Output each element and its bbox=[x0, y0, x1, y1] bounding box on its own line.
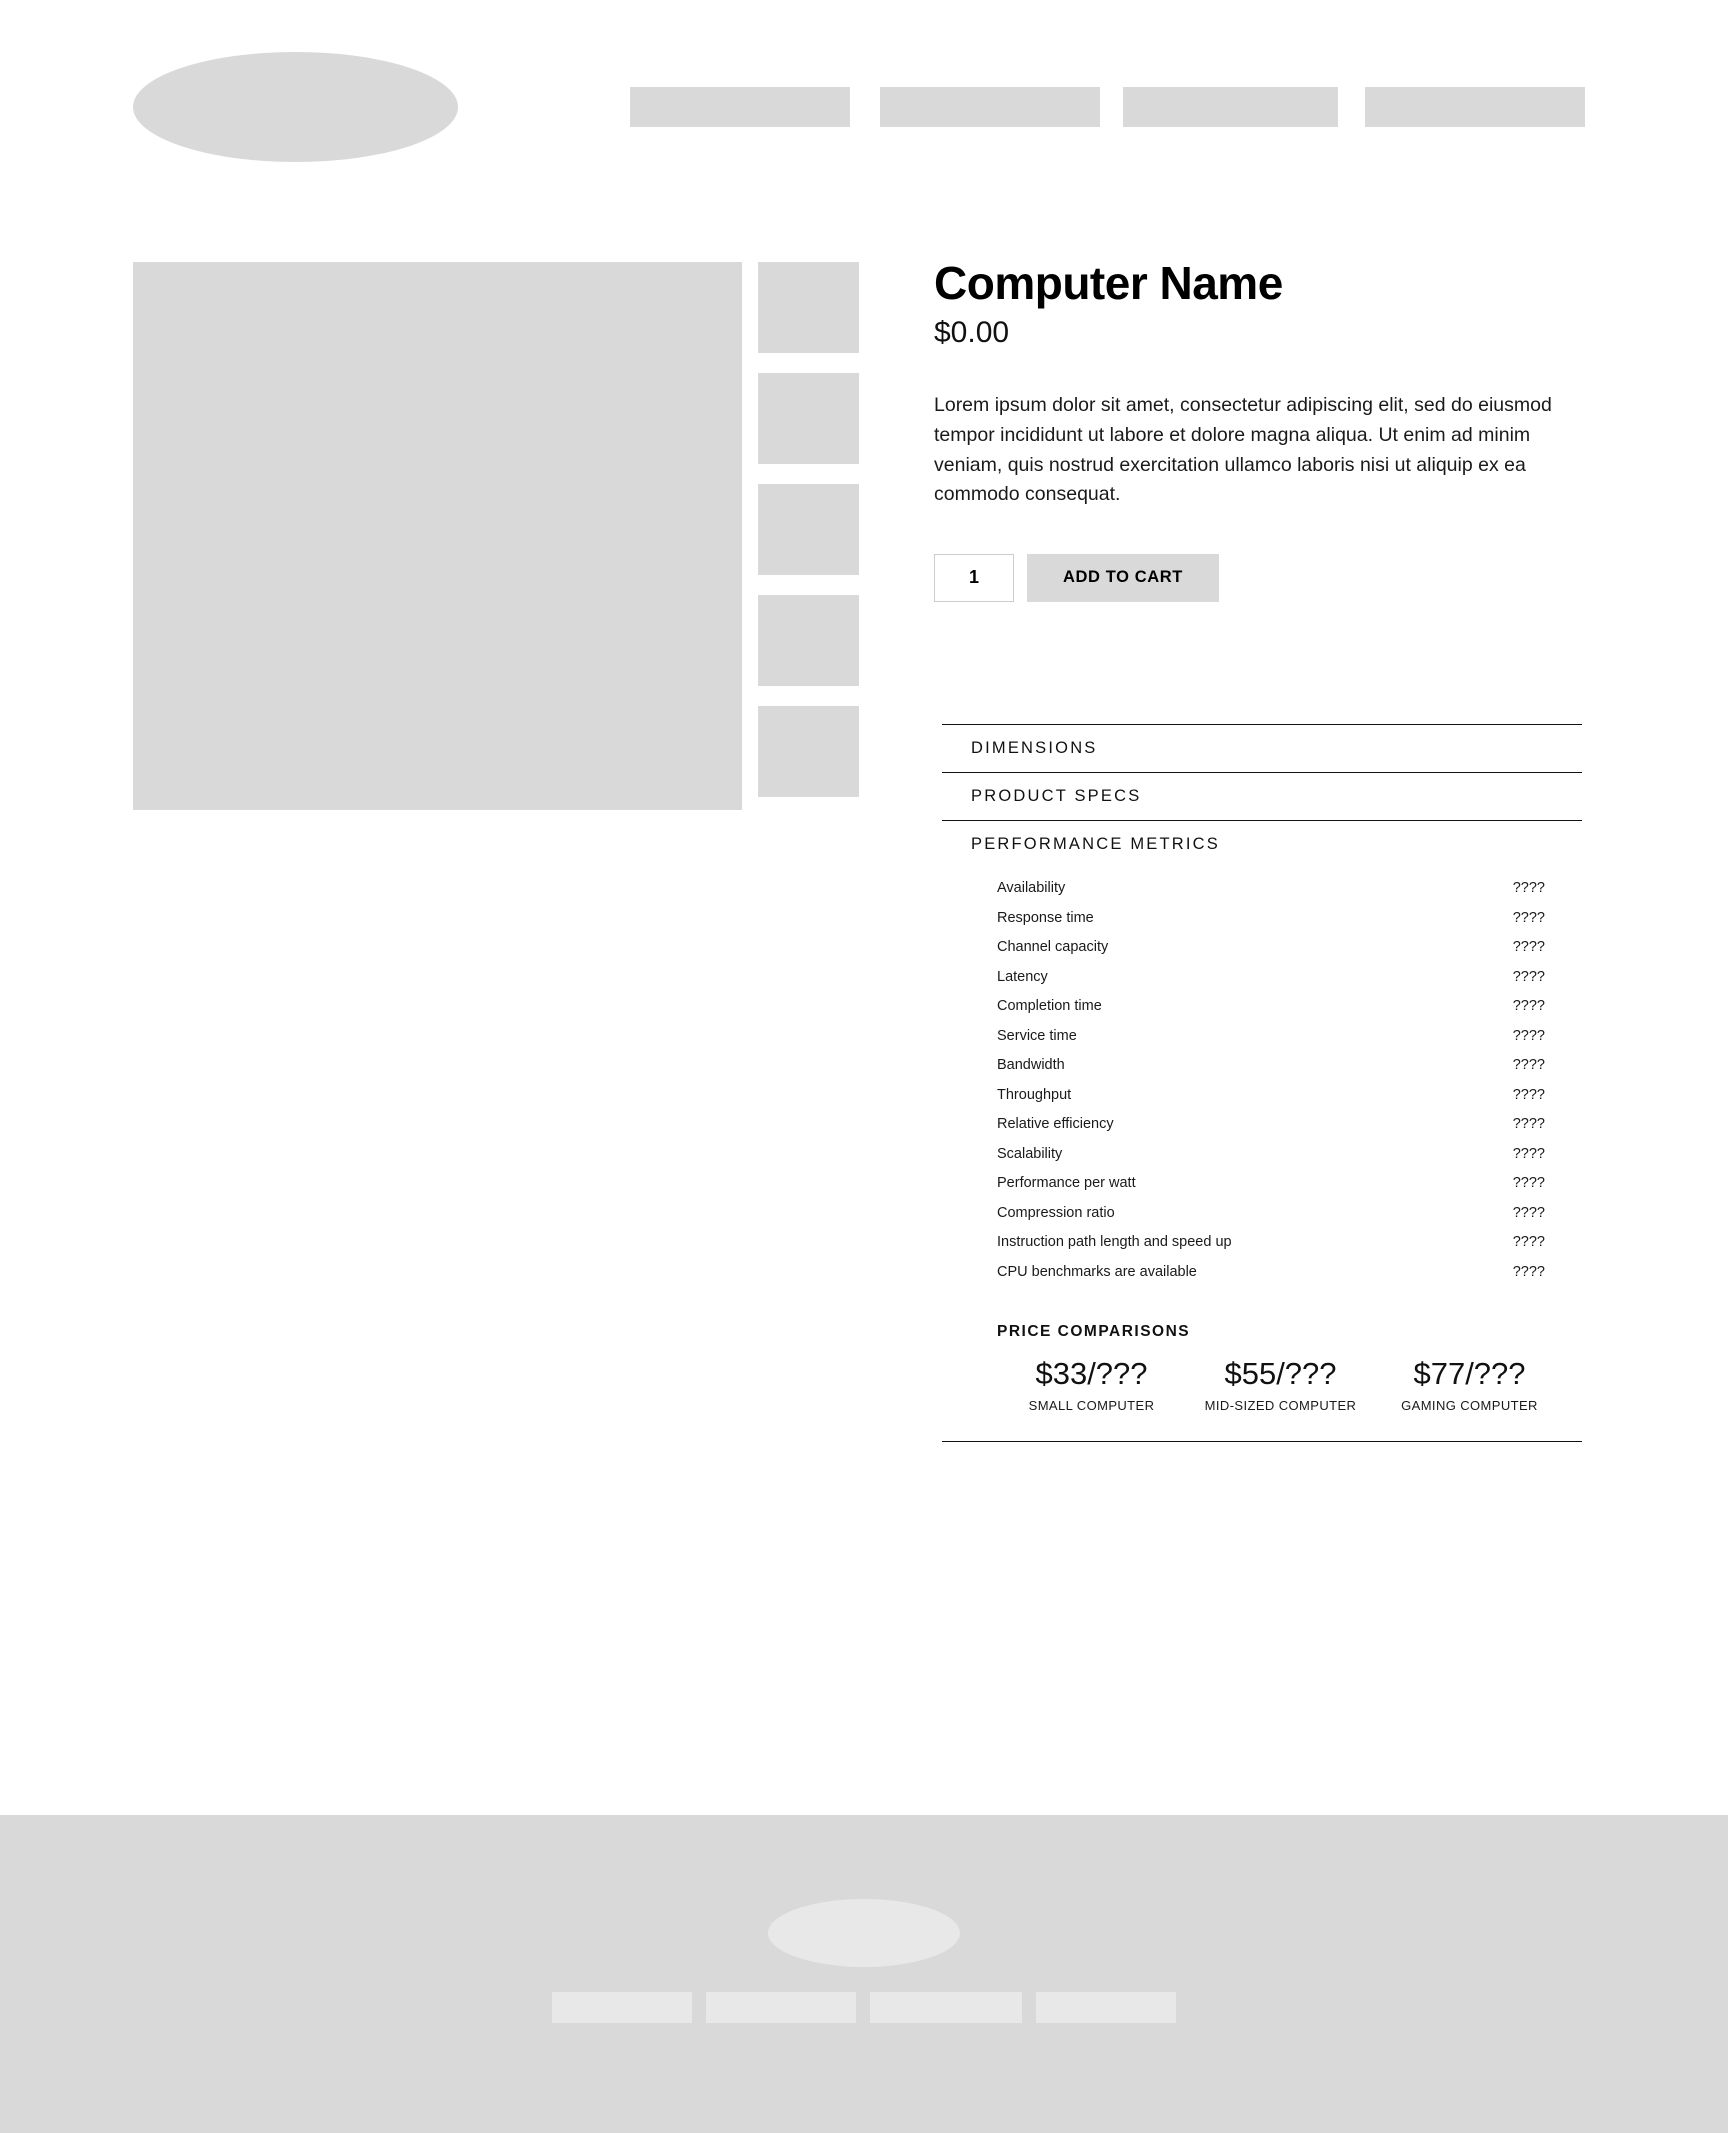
price-comparison-price: $77/??? bbox=[1413, 1356, 1526, 1391]
metric-row: Availability???? bbox=[942, 880, 1582, 910]
product-thumbnail-5[interactable] bbox=[758, 706, 859, 797]
metric-label: Throughput bbox=[997, 1086, 1072, 1103]
product-thumbnail-1[interactable] bbox=[758, 262, 859, 353]
purchase-controls: ADD TO CART bbox=[934, 553, 1584, 602]
price-comparisons: PRICE COMPARISONS $33/??? SMALL COMPUTER $… bbox=[942, 1323, 1582, 1413]
metric-row: Service time???? bbox=[942, 1028, 1582, 1058]
product-thumbnail-2[interactable] bbox=[758, 373, 859, 464]
metric-value: ???? bbox=[1512, 998, 1545, 1014]
metric-label: Performance per watt bbox=[997, 1175, 1136, 1191]
metric-row: Channel capacity???? bbox=[942, 939, 1582, 969]
footer-logo-placeholder[interactable] bbox=[768, 1899, 960, 1967]
product-details-accordion: DIMENSIONS PRODUCT SPECS PERFORMANCE MET… bbox=[942, 724, 1582, 1443]
product-price: $0.00 bbox=[934, 315, 1010, 349]
price-comparison-item: $77/??? GAMING COMPUTER bbox=[1375, 1356, 1564, 1414]
metric-label: Scalability bbox=[997, 1145, 1063, 1162]
site-header bbox=[0, 0, 1728, 190]
product-description: Lorem ipsum dolor sit amet, consectetur … bbox=[934, 394, 1552, 506]
metric-value: ???? bbox=[1512, 1175, 1545, 1191]
nav-item-2[interactable] bbox=[880, 87, 1100, 127]
product-main-image[interactable] bbox=[133, 262, 742, 810]
price-comparisons-title: PRICE COMPARISONS bbox=[997, 1323, 1191, 1340]
metric-label: Completion time bbox=[997, 998, 1102, 1014]
accordion-section-performance-metrics: PERFORMANCE METRICS Availability???? Resp… bbox=[942, 820, 1582, 1443]
main-content: Computer Name $0.00 Lorem ipsum dolor si… bbox=[0, 190, 1728, 1815]
accordion-section-dimensions: DIMENSIONS bbox=[942, 724, 1582, 772]
page-title: Computer Name bbox=[934, 257, 1283, 309]
footer-link-2[interactable] bbox=[706, 1992, 856, 2023]
accordion-section-product-specs: PRODUCT SPECS bbox=[942, 772, 1582, 820]
accordion-header-performance-metrics[interactable]: PERFORMANCE METRICS bbox=[942, 821, 1582, 868]
performance-metrics-body: Availability???? Response time???? Channel… bbox=[942, 868, 1582, 1443]
metric-label: Relative efficiency bbox=[997, 1116, 1114, 1132]
nav-item-4[interactable] bbox=[1365, 87, 1585, 127]
metric-value: ???? bbox=[1512, 1234, 1545, 1250]
price-comparison-label: GAMING COMPUTER bbox=[1401, 1398, 1538, 1414]
price-comparison-item: $33/??? SMALL COMPUTER bbox=[997, 1356, 1186, 1414]
metric-value: ???? bbox=[1512, 1057, 1545, 1073]
product-thumbnail-3[interactable] bbox=[758, 484, 859, 575]
metric-value: ???? bbox=[1512, 1086, 1545, 1103]
metric-row: Latency???? bbox=[942, 969, 1582, 999]
nav-item-3[interactable] bbox=[1123, 87, 1338, 127]
metric-label: Service time bbox=[997, 1027, 1077, 1044]
metric-value: ???? bbox=[1512, 1116, 1545, 1132]
footer-navigation bbox=[552, 1992, 1176, 2023]
price-comparison-label: SMALL COMPUTER bbox=[1028, 1398, 1155, 1414]
metric-label: Instruction path length and speed up bbox=[997, 1234, 1232, 1250]
accordion-header-dimensions[interactable]: DIMENSIONS bbox=[942, 725, 1582, 772]
accordion-bottom-divider bbox=[942, 1441, 1582, 1443]
performance-metrics-list: Availability???? Response time???? Channel… bbox=[942, 880, 1582, 1293]
nav-item-1[interactable] bbox=[630, 87, 850, 127]
metric-label: CPU benchmarks are available bbox=[997, 1263, 1197, 1280]
metric-value: ???? bbox=[1512, 1204, 1545, 1221]
metric-value: ???? bbox=[1512, 909, 1545, 926]
price-comparisons-grid: $33/??? SMALL COMPUTER $55/??? MID-SIZED CO… bbox=[997, 1356, 1564, 1414]
metric-value: ???? bbox=[1512, 1263, 1545, 1280]
site-footer bbox=[0, 1815, 1728, 2133]
price-comparison-label: MID-SIZED COMPUTER bbox=[1204, 1398, 1357, 1414]
price-comparison-item: $55/??? MID-SIZED COMPUTER bbox=[1186, 1356, 1375, 1414]
metric-label: Compression ratio bbox=[997, 1204, 1115, 1221]
metric-label: Bandwidth bbox=[997, 1057, 1065, 1073]
metric-row: Performance per watt???? bbox=[942, 1175, 1582, 1205]
metric-row: Throughput???? bbox=[942, 1087, 1582, 1117]
metric-value: ???? bbox=[1512, 1145, 1545, 1162]
quantity-input[interactable] bbox=[934, 553, 1014, 602]
logo-placeholder[interactable] bbox=[133, 52, 458, 162]
add-to-cart-button[interactable]: ADD TO CART bbox=[1027, 553, 1219, 602]
metric-row: Relative efficiency???? bbox=[942, 1116, 1582, 1146]
metric-value: ???? bbox=[1512, 968, 1545, 985]
product-info: Computer Name $0.00 Lorem ipsum dolor si… bbox=[934, 190, 1584, 602]
metric-value: ???? bbox=[1512, 1027, 1545, 1044]
accordion-header-product-specs[interactable]: PRODUCT SPECS bbox=[942, 773, 1582, 820]
metric-row: Response time???? bbox=[942, 910, 1582, 940]
metric-row: CPU benchmarks are available???? bbox=[942, 1264, 1582, 1294]
metric-label: Availability bbox=[997, 880, 1066, 896]
product-gallery bbox=[133, 262, 859, 810]
footer-link-3[interactable] bbox=[870, 1992, 1022, 2023]
footer-link-1[interactable] bbox=[552, 1992, 692, 2023]
metric-value: ???? bbox=[1512, 939, 1545, 955]
footer-link-4[interactable] bbox=[1036, 1992, 1176, 2023]
product-thumbnail-4[interactable] bbox=[758, 595, 859, 686]
metric-row: Instruction path length and speed up???? bbox=[942, 1234, 1582, 1264]
metric-label: Channel capacity bbox=[997, 939, 1109, 955]
metric-label: Response time bbox=[997, 909, 1094, 926]
metric-row: Completion time???? bbox=[942, 998, 1582, 1028]
product-detail-page: Computer Name $0.00 Lorem ipsum dolor si… bbox=[0, 0, 1728, 2133]
metric-row: Scalability???? bbox=[942, 1146, 1582, 1176]
price-comparison-price: $33/??? bbox=[1035, 1356, 1148, 1391]
metric-row: Bandwidth???? bbox=[942, 1057, 1582, 1087]
price-comparison-price: $55/??? bbox=[1224, 1356, 1337, 1391]
metric-value: ???? bbox=[1512, 880, 1545, 896]
product-thumbnail-list bbox=[758, 262, 859, 810]
metric-row: Compression ratio???? bbox=[942, 1205, 1582, 1235]
primary-navigation bbox=[630, 87, 1585, 127]
metric-label: Latency bbox=[997, 968, 1048, 985]
